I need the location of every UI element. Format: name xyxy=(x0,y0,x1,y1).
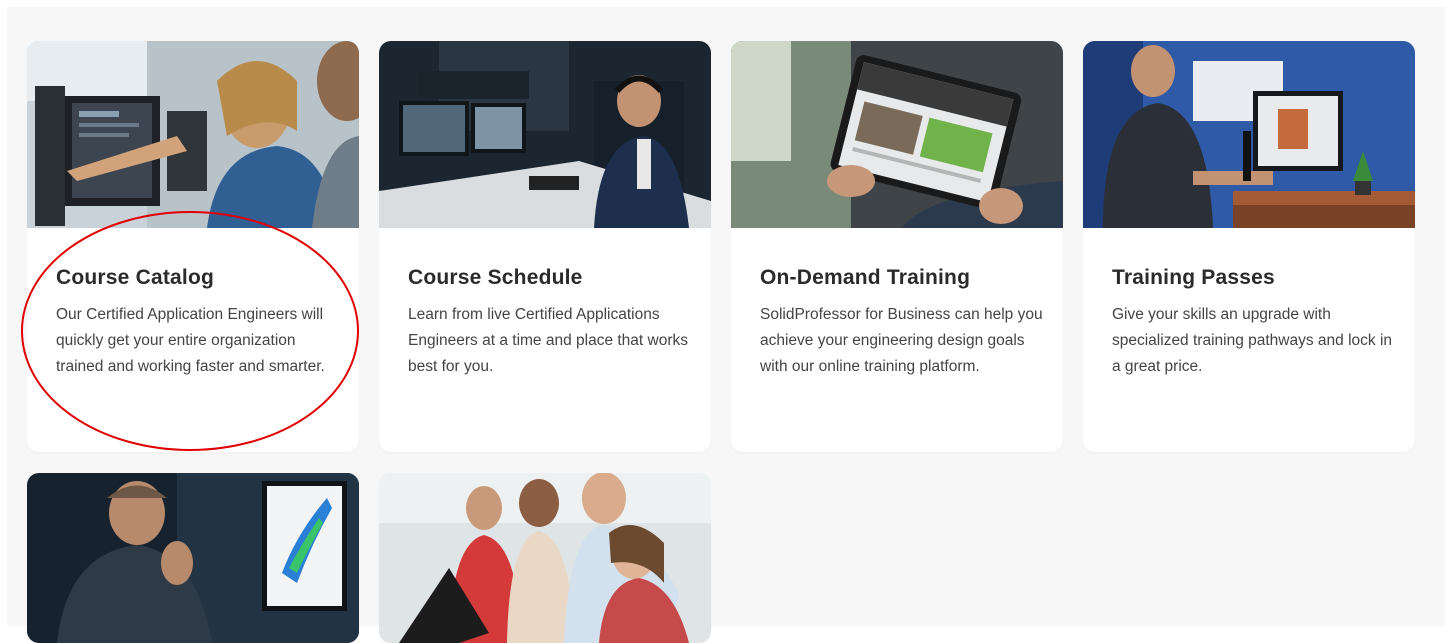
card-image-engineer-simulation[interactable] xyxy=(27,473,359,643)
card-image-students-group[interactable] xyxy=(379,473,711,643)
card-image-engineer-headphones[interactable] xyxy=(379,41,711,228)
card-description: Learn from live Certified Applications E… xyxy=(408,306,689,375)
card-row2-students[interactable] xyxy=(379,473,711,643)
card-description: Our Certified Application Engineers will… xyxy=(56,306,325,375)
card-description: SolidProfessor for Business can help you… xyxy=(760,306,1043,375)
card-title[interactable]: Course Schedule xyxy=(408,266,583,290)
card-training-passes[interactable]: Training Passes Give your skills an upgr… xyxy=(1083,41,1415,452)
card-image-tablet-hands[interactable] xyxy=(731,41,1063,228)
card-course-schedule[interactable]: Course Schedule Learn from live Certifie… xyxy=(379,41,711,452)
card-image-engineer-desk[interactable] xyxy=(1083,41,1415,228)
card-course-catalog[interactable]: Course Catalog Our Certified Application… xyxy=(27,41,359,452)
card-description: Give your skills an upgrade with special… xyxy=(1112,306,1393,375)
card-row2-fea[interactable] xyxy=(27,473,359,643)
card-title[interactable]: On-Demand Training xyxy=(760,266,970,290)
card-on-demand-training[interactable]: On-Demand Training SolidProfessor for Bu… xyxy=(731,41,1063,452)
card-title[interactable]: Course Catalog xyxy=(56,266,214,290)
card-image-office-coworkers[interactable] xyxy=(27,41,359,228)
card-title[interactable]: Training Passes xyxy=(1112,266,1275,290)
